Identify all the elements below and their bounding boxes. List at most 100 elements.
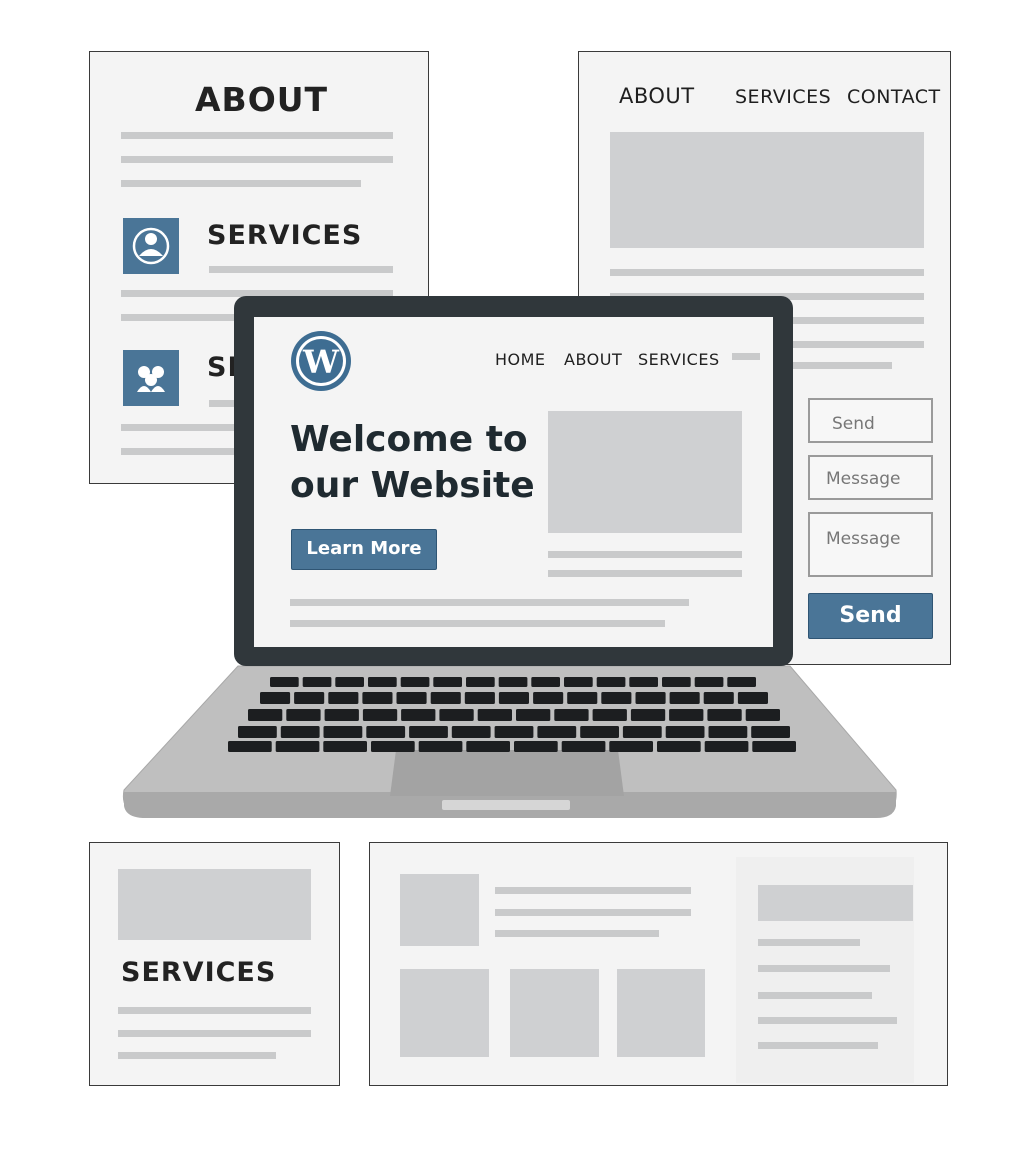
keyboard-key: [745, 709, 780, 721]
form-field-message[interactable]: Message: [808, 455, 933, 500]
keyboard-key: [580, 726, 619, 738]
keyboard-key: [418, 741, 463, 752]
keyboard-key: [704, 741, 749, 752]
keyboard-key: [466, 741, 510, 752]
people-group-icon: [137, 366, 165, 392]
keyboard-key: [554, 709, 589, 721]
text-line: [610, 269, 924, 276]
screen-image-placeholder: [548, 411, 742, 533]
text-line: [758, 1042, 878, 1049]
keyboard-key: [328, 692, 359, 704]
text-line: [121, 132, 393, 139]
keyboard-key: [609, 741, 653, 752]
services-icon-box: [123, 218, 179, 274]
services-image-placeholder: [118, 869, 311, 940]
text-line: [290, 620, 665, 627]
svg-text:W: W: [302, 343, 340, 381]
keyboard-key: [629, 677, 658, 687]
keyboard-key: [592, 709, 627, 721]
text-line: [121, 180, 361, 187]
text-line: [118, 1030, 311, 1037]
keyboard-key: [270, 677, 299, 687]
keyboard-key: [362, 709, 398, 721]
text-line: [548, 570, 742, 577]
keyboard-key: [516, 709, 551, 721]
keyboard-key: [228, 741, 272, 752]
nav-link-services[interactable]: SERVICES: [735, 86, 831, 108]
keyboard-key: [238, 726, 277, 738]
screen-nav-services[interactable]: SERVICES: [638, 350, 720, 369]
keyboard-key: [561, 741, 606, 752]
text-line: [121, 156, 393, 163]
keyboard-key: [669, 692, 700, 704]
keyboard-key: [630, 709, 666, 721]
keyboard-key: [596, 677, 626, 687]
text-line: [610, 293, 924, 300]
keyboard-key: [533, 692, 564, 704]
keyboard-key: [601, 692, 632, 704]
grid-tile-placeholder: [510, 969, 599, 1057]
keyboard-key: [498, 677, 528, 687]
form-textarea-message[interactable]: Message: [808, 512, 933, 577]
keyboard-key: [409, 726, 448, 738]
wordpress-logo-icon: W: [291, 331, 351, 391]
keyboard-key: [466, 677, 495, 687]
text-line: [209, 266, 393, 273]
hero-image-placeholder: [610, 132, 924, 248]
keyboard-key: [323, 741, 367, 752]
nav-link-about[interactable]: ABOUT: [619, 84, 695, 108]
keyboard-key: [622, 726, 662, 738]
keyboard-key: [362, 692, 393, 704]
screen-nav-about[interactable]: ABOUT: [564, 350, 622, 369]
text-line: [495, 909, 691, 916]
keyboard-key: [707, 709, 742, 721]
text-line: [758, 1017, 897, 1024]
keyboard-key: [694, 677, 724, 687]
keyboard-key: [703, 692, 734, 704]
keyboard-key: [477, 709, 512, 721]
text-line: [548, 551, 742, 558]
keyboard-key: [286, 709, 321, 721]
keyboard-key: [567, 692, 598, 704]
keyboard-key: [669, 709, 704, 721]
services-icon-box: [123, 350, 179, 406]
keyboard-key: [752, 741, 796, 752]
keyboard-key: [498, 692, 529, 704]
keyboard-key: [439, 709, 474, 721]
services-heading-partial: SE: [207, 352, 247, 383]
keyboard-key: [494, 726, 534, 738]
keyboard-key: [248, 709, 283, 721]
learn-more-button[interactable]: Learn More: [291, 529, 437, 570]
send-button[interactable]: Send: [808, 593, 933, 639]
keyboard-key: [737, 692, 768, 704]
keyboard-key: [400, 677, 430, 687]
keyboard-key: [366, 726, 406, 738]
text-line: [758, 939, 860, 946]
keyboard-key: [662, 677, 691, 687]
form-field-send[interactable]: Send: [808, 398, 933, 443]
keyboard-key: [451, 726, 491, 738]
services-page-card: SERVICES: [89, 842, 340, 1086]
text-line: [758, 965, 890, 972]
keyboard-key: [635, 692, 666, 704]
keyboard-key: [665, 726, 705, 738]
text-line: [118, 1052, 276, 1059]
laptop-screen: W HOME ABOUT SERVICES Welcome to our Web…: [254, 317, 773, 647]
keyboard-key: [280, 726, 320, 738]
text-line: [495, 887, 691, 894]
keyboard-key: [708, 726, 748, 738]
keyboard-key: [302, 677, 332, 687]
keyboard-key: [564, 677, 593, 687]
keyboard-key: [371, 741, 415, 752]
keyboard-key: [275, 741, 320, 752]
keyboard-key: [396, 692, 427, 704]
sidebar-header-placeholder: [758, 885, 913, 921]
text-line: [758, 992, 872, 999]
screen-nav-home[interactable]: HOME: [495, 350, 546, 369]
user-upload-icon: [132, 227, 170, 265]
keyboard-key: [657, 741, 701, 752]
keyboard-key: [751, 726, 790, 738]
screen-nav-placeholder: [732, 353, 760, 360]
nav-link-contact[interactable]: CONTACT: [847, 86, 941, 108]
text-line: [290, 599, 689, 606]
